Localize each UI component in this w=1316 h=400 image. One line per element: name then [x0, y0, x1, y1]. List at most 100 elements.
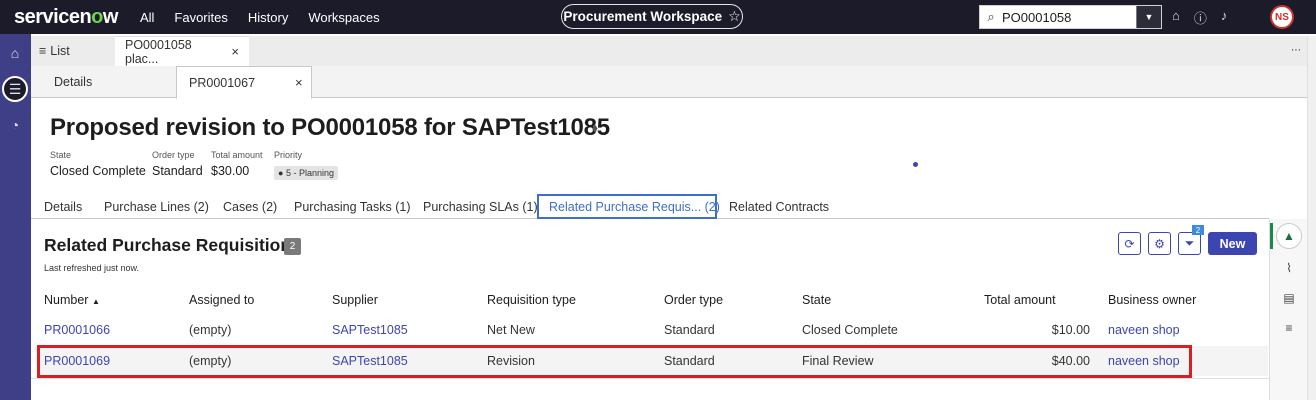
- servicenow-logo[interactable]: servicenow: [14, 6, 118, 29]
- tab-details[interactable]: Details: [54, 66, 92, 98]
- top-navigation: servicenow All Favorites History Workspa…: [0, 0, 1316, 34]
- col-business-owner[interactable]: Business owner: [1108, 293, 1196, 307]
- col-requisition-type[interactable]: Requisition type: [487, 293, 576, 307]
- search-scope-dropdown[interactable]: ▼: [1136, 6, 1161, 28]
- tab-pr-record[interactable]: PR0001067 ×: [176, 66, 312, 99]
- filter-count-badge: 2: [1192, 225, 1204, 235]
- priority-badge: ● 5 - Planning: [274, 166, 338, 180]
- field-label: Priority: [274, 150, 303, 160]
- paperclip-icon[interactable]: ⌇: [1280, 259, 1298, 277]
- star-icon[interactable]: ☆: [728, 8, 741, 25]
- new-button[interactable]: New: [1208, 232, 1257, 255]
- field-value: Standard: [152, 164, 203, 178]
- tab-po-record-label: PO0001058 plac...: [125, 37, 192, 66]
- filter-button[interactable]: ⏷: [1178, 232, 1201, 255]
- secondary-tab-strip: Details PR0001067 ×: [31, 66, 1307, 99]
- field-label: Order type: [152, 150, 195, 160]
- list-lines-icon: ≡: [39, 44, 47, 58]
- field-priority: Priority ● 5 - Planning: [274, 150, 338, 181]
- rtab-related-purchase-requisitions[interactable]: Related Purchase Requis... (2): [537, 194, 720, 219]
- global-search[interactable]: ⌕ PO0001058 ▼: [979, 5, 1162, 29]
- refresh-icon: ⟳: [1124, 236, 1135, 251]
- rtab-related-contracts[interactable]: Related Contracts: [729, 194, 829, 219]
- refresh-button[interactable]: ⟳: [1118, 232, 1141, 255]
- rtab-details[interactable]: Details: [44, 194, 82, 219]
- primary-tab-strip: ≡ List PO0001058 plac... × ⋯: [31, 36, 1307, 66]
- home-icon[interactable]: ⌂: [4, 42, 26, 64]
- field-value: $30.00: [211, 164, 250, 178]
- col-state[interactable]: State: [802, 293, 831, 307]
- priority-value: 5 - Planning: [285, 168, 334, 178]
- nav-favorites[interactable]: Favorites: [174, 10, 227, 25]
- field-order-type: Order type Standard: [152, 150, 203, 178]
- cell-assigned-to: (empty): [189, 323, 232, 337]
- cell-state: Closed Complete: [802, 323, 898, 337]
- right-sidebar: ▲ ⌇ ▤ ≡: [1269, 219, 1307, 400]
- close-icon[interactable]: ×: [295, 75, 303, 90]
- loading-dot: [913, 162, 918, 167]
- col-number-label: Number: [44, 293, 89, 307]
- document-icon[interactable]: ▤: [1280, 289, 1298, 307]
- tab-details-label: Details: [54, 75, 93, 89]
- tab-pr-record-label: PR0001067: [189, 75, 256, 90]
- graduation-cap-icon[interactable]: ▲: [1276, 223, 1302, 249]
- last-refreshed-text: Last refreshed just now.: [44, 263, 140, 273]
- rtab-purchasing-tasks[interactable]: Purchasing Tasks (1): [294, 194, 411, 219]
- help-icon[interactable]: ⓘ: [1194, 8, 1207, 27]
- chat-icon[interactable]: ⌂: [1172, 8, 1180, 27]
- cell-requisition-type: Net New: [487, 323, 535, 337]
- cell-business-owner[interactable]: naveen shop: [1108, 323, 1180, 337]
- field-label: State: [50, 150, 72, 160]
- workspace-title-pill[interactable]: Procurement Workspace ☆: [561, 4, 743, 29]
- table-bottom-border: [31, 378, 1269, 379]
- list-details-icon[interactable]: ≡: [1280, 319, 1298, 337]
- cell-number[interactable]: PR0001066: [44, 323, 110, 337]
- top-nav-menu: All Favorites History Workspaces: [140, 10, 380, 25]
- field-state: State Closed Complete: [50, 150, 146, 178]
- nav-all[interactable]: All: [140, 10, 154, 25]
- col-supplier[interactable]: Supplier: [332, 293, 378, 307]
- field-value: Closed Complete: [50, 164, 146, 178]
- page-scrollbar[interactable]: [1307, 36, 1316, 400]
- workspace-title: Procurement Workspace: [563, 9, 723, 24]
- col-number[interactable]: Number ▲: [44, 293, 100, 307]
- tab-po-record[interactable]: PO0001058 plac... ×: [115, 36, 249, 66]
- tab-list-label: List: [50, 44, 70, 58]
- related-tabs: Details Purchase Lines (2) Cases (2) Pur…: [31, 194, 1269, 219]
- highlight-annotation-box: [37, 345, 1192, 378]
- user-avatar[interactable]: NS: [1270, 5, 1294, 29]
- close-icon[interactable]: ×: [231, 44, 239, 59]
- active-indicator: [1270, 223, 1273, 249]
- cell-supplier[interactable]: SAPTest1085: [332, 323, 408, 337]
- count-badge: 2: [284, 238, 301, 255]
- cell-order-type: Standard: [664, 323, 715, 337]
- nav-history[interactable]: History: [248, 10, 288, 25]
- settings-button[interactable]: ⚙: [1148, 232, 1171, 255]
- col-total-amount[interactable]: Total amount: [984, 293, 1056, 307]
- rtab-cases[interactable]: Cases (2): [223, 194, 277, 219]
- list-icon[interactable]: ☰: [2, 76, 28, 102]
- list-title: Related Purchase Requisitions: [44, 235, 301, 255]
- search-icon: ⌕: [987, 9, 995, 24]
- table-row: PR0001066 (empty) SAPTest1085 Net New St…: [38, 315, 1268, 345]
- search-input[interactable]: PO0001058: [1002, 10, 1136, 25]
- col-order-type[interactable]: Order type: [664, 293, 723, 307]
- gear-icon: ⚙: [1154, 236, 1165, 251]
- cell-total-amount: $10.00: [1051, 323, 1090, 337]
- record-title: Proposed revision to PO0001058 for SAPTe…: [50, 114, 610, 141]
- sort-asc-icon: ▲: [91, 297, 100, 306]
- left-rail: ⌂ ☰ ◔: [0, 34, 31, 400]
- nav-workspaces[interactable]: Workspaces: [308, 10, 379, 25]
- field-total-amount: Total amount $30.00: [211, 150, 263, 178]
- rtab-purchasing-slas[interactable]: Purchasing SLAs (1): [423, 194, 538, 219]
- rtab-purchase-lines[interactable]: Purchase Lines (2): [104, 194, 209, 219]
- tag-icon[interactable]: ⬧: [592, 120, 598, 136]
- analytics-icon[interactable]: ◔: [4, 114, 26, 136]
- col-assigned-to[interactable]: Assigned to: [189, 293, 254, 307]
- more-tabs-icon[interactable]: ⋯: [1291, 45, 1301, 56]
- tab-list[interactable]: ≡ List: [39, 36, 70, 66]
- field-label: Total amount: [211, 150, 263, 160]
- top-icons: ⌂ ⓘ ♪: [1172, 8, 1227, 27]
- notification-bell-icon[interactable]: ♪: [1221, 8, 1228, 27]
- filter-icon: ⏷: [1184, 236, 1195, 250]
